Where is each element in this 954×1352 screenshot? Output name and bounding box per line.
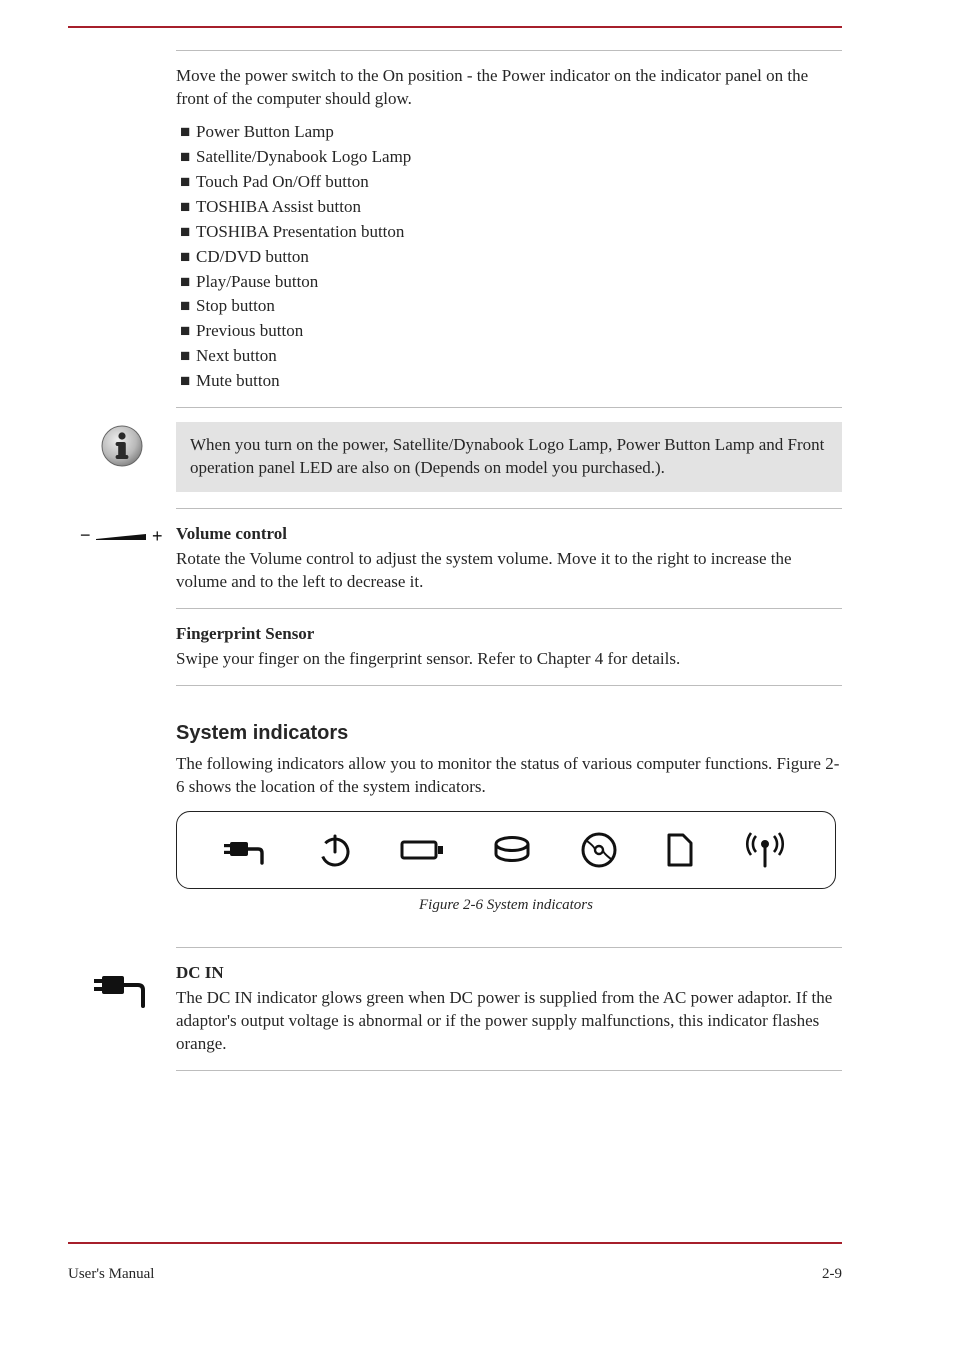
- list-item: ■TOSHIBA Presentation button: [180, 221, 842, 244]
- feature-list: ■Power Button Lamp ■Satellite/Dynabook L…: [180, 121, 842, 393]
- dc-in-icon: [224, 830, 270, 870]
- top-rule: [68, 26, 842, 28]
- divider: [176, 407, 842, 408]
- divider: [176, 508, 842, 509]
- dcin-text: The DC IN indicator glows green when DC …: [176, 987, 842, 1056]
- footer-left: User's Manual: [68, 1264, 154, 1284]
- dcin-icon-col: [68, 962, 176, 1014]
- fingerprint-term: Fingerprint Sensor: [176, 623, 842, 646]
- optical-disc-icon: [579, 830, 619, 870]
- list-item: ■Power Button Lamp: [180, 121, 842, 144]
- indicators-body: The following indicators allow you to mo…: [176, 753, 842, 799]
- bottom-rule: [68, 1242, 842, 1244]
- fingerprint-row: Fingerprint Sensor Swipe your finger on …: [68, 623, 842, 700]
- dcin-row-2: DC IN The DC IN indicator glows green wh…: [68, 962, 842, 1085]
- divider: [176, 1070, 842, 1071]
- wireless-icon: [742, 830, 788, 870]
- note-row: When you turn on the power, Satellite/Dy…: [68, 422, 842, 492]
- indicator-frame: [176, 811, 836, 889]
- dcin-term: DC IN: [176, 962, 842, 985]
- list-item: ■Previous button: [180, 320, 842, 343]
- intro-body: Move the power switch to the On position…: [176, 44, 842, 422]
- fingerprint-text: Swipe your finger on the fingerprint sen…: [176, 648, 842, 671]
- indicators-block: System indicators The following indicato…: [176, 700, 842, 799]
- volume-text: Rotate the Volume control to adjust the …: [176, 548, 842, 594]
- page: Move the power switch to the On position…: [0, 0, 954, 1352]
- list-item: ■Next button: [180, 345, 842, 368]
- divider: [176, 50, 842, 51]
- list-item: ■CD/DVD button: [180, 246, 842, 269]
- indicator-panel: Figure 2-6 System indicators: [176, 811, 836, 915]
- volume-icon-col: − +: [68, 523, 176, 549]
- intro-row: Move the power switch to the On position…: [68, 44, 842, 422]
- footer: User's Manual 2-9: [68, 1264, 842, 1284]
- list-item: ■Mute button: [180, 370, 842, 393]
- note-text: When you turn on the power, Satellite/Dy…: [190, 435, 824, 477]
- list-item: ■Satellite/Dynabook Logo Lamp: [180, 146, 842, 169]
- battery-icon: [399, 836, 445, 864]
- volume-dial-icon: − +: [78, 525, 166, 549]
- footer-right: 2-9: [822, 1264, 842, 1284]
- volume-row: − + Volume control Rotate the Volume con…: [68, 523, 842, 623]
- list-item: ■TOSHIBA Assist button: [180, 196, 842, 219]
- note-box: When you turn on the power, Satellite/Dy…: [176, 422, 842, 492]
- svg-text:+: +: [152, 526, 163, 546]
- intro-paragraph: Move the power switch to the On position…: [176, 65, 842, 111]
- svg-text:−: −: [80, 525, 91, 545]
- list-item: ■Touch Pad On/Off button: [180, 171, 842, 194]
- volume-body: Volume control Rotate the Volume control…: [176, 523, 842, 623]
- volume-term: Volume control: [176, 523, 842, 546]
- dcin-row: [68, 933, 842, 962]
- dcin-body: DC IN The DC IN indicator glows green wh…: [176, 962, 842, 1085]
- divider: [176, 947, 842, 948]
- divider: [176, 685, 842, 686]
- fingerprint-body: Fingerprint Sensor Swipe your finger on …: [176, 623, 842, 700]
- power-icon: [317, 832, 353, 868]
- list-item: ■Stop button: [180, 295, 842, 318]
- list-item: ■Play/Pause button: [180, 271, 842, 294]
- figure-caption: Figure 2-6 System indicators: [176, 895, 836, 915]
- info-icon: [100, 424, 144, 468]
- hdd-icon: [492, 835, 532, 865]
- info-icon-col: [68, 422, 176, 468]
- dc-in-plug-icon: [94, 964, 150, 1014]
- divider: [176, 608, 842, 609]
- intro-icon-col: [68, 44, 176, 46]
- card-icon: [665, 831, 695, 869]
- indicators-heading: System indicators: [176, 720, 842, 747]
